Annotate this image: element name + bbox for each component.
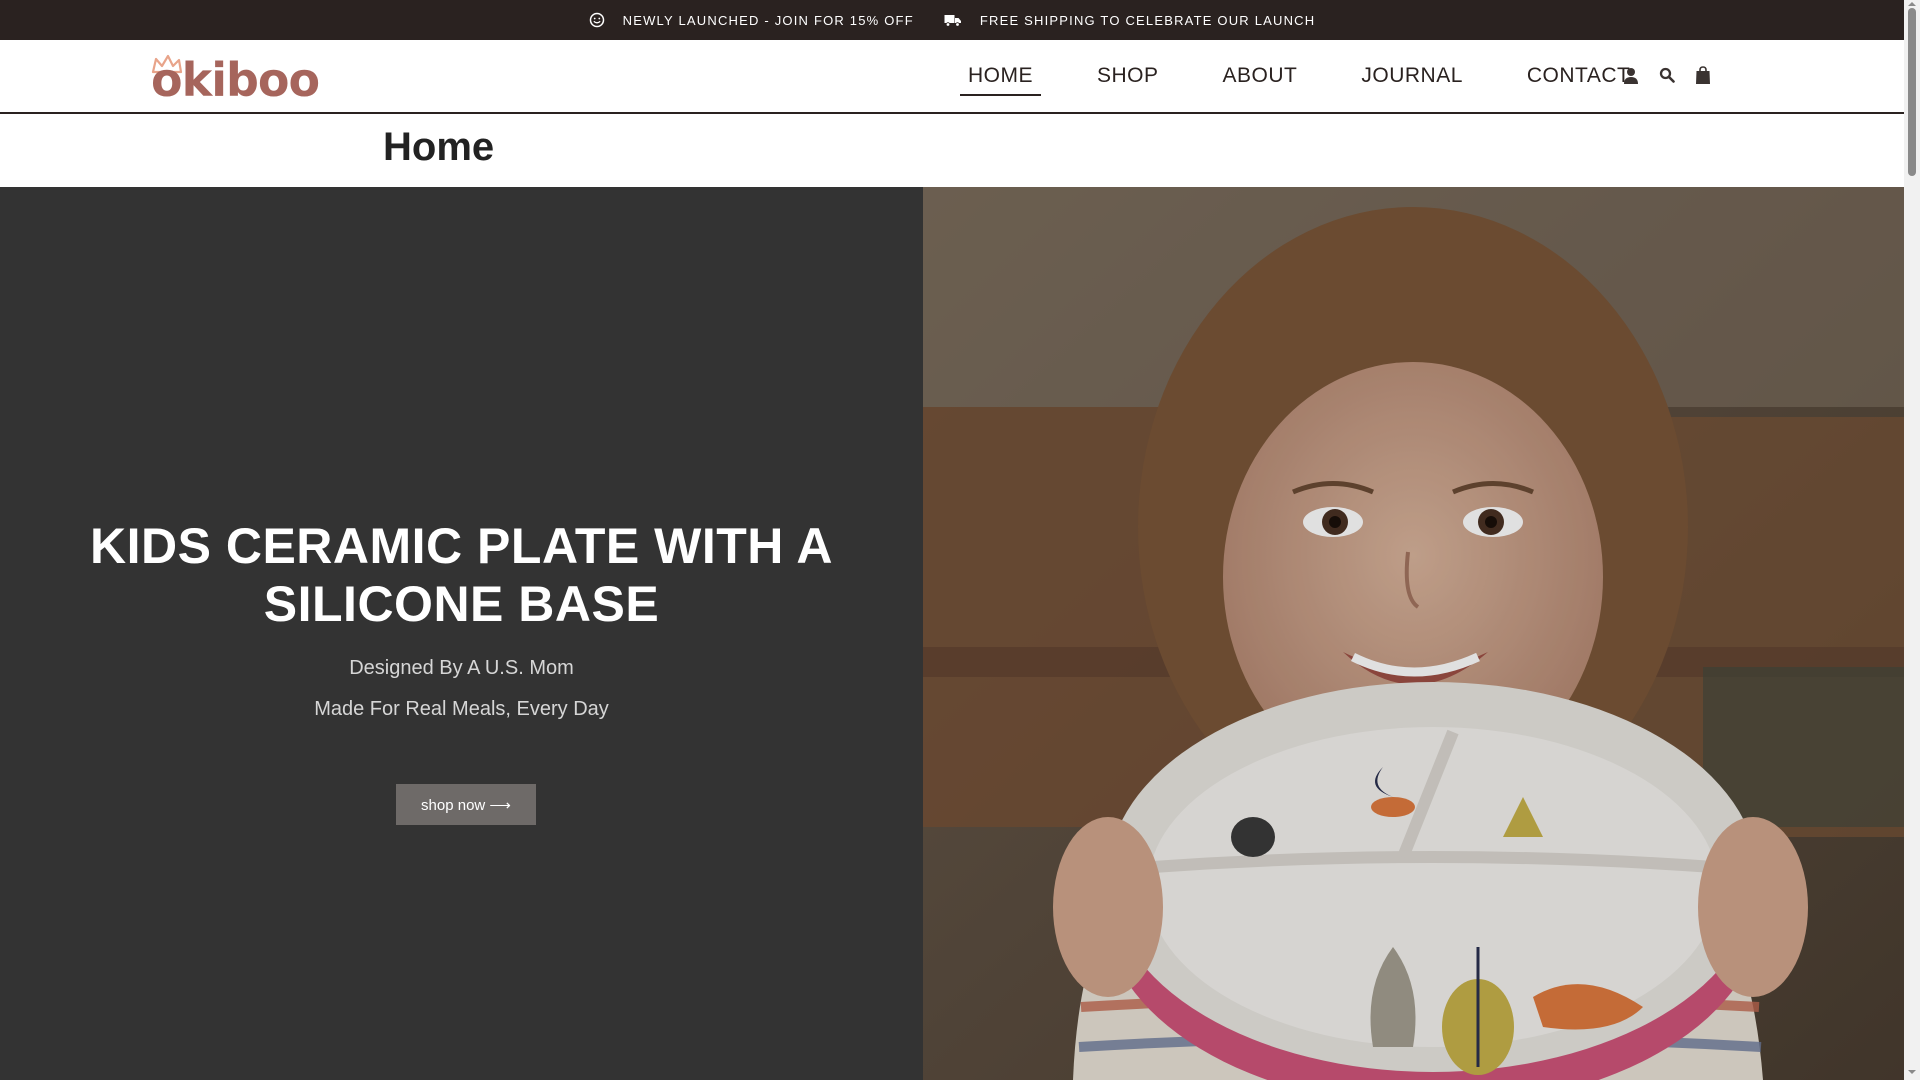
scroll-up-arrow-icon[interactable] xyxy=(1907,0,1917,8)
hero-subtitle-2: Made For Real Meals, Every Day xyxy=(314,698,609,720)
hero-text-panel: KIDS CERAMIC PLATE WITH A SILICONE BASE … xyxy=(0,187,923,1080)
scrollbar-thumb[interactable] xyxy=(1908,8,1916,176)
announcement-join-offer[interactable]: NEWLY LAUNCHED - JOIN FOR 15% OFF xyxy=(589,12,914,28)
header-icons xyxy=(1620,64,1728,86)
user-icon[interactable] xyxy=(1620,64,1642,86)
nav-journal[interactable]: JOURNAL xyxy=(1353,58,1471,96)
site-header: okiboo HOME SHOP ABOUT JOURNAL CONTACT xyxy=(0,40,1904,114)
smile-icon xyxy=(589,12,604,28)
hero-heading-line2: SILICONE BASE xyxy=(263,576,660,632)
hero-photo-illustration xyxy=(923,187,1904,1080)
main-nav: HOME SHOP ABOUT JOURNAL CONTACT xyxy=(960,40,1638,114)
okiboo-logo[interactable]: okiboo xyxy=(151,52,341,107)
hero-heading: KIDS CERAMIC PLATE WITH A SILICONE BASE xyxy=(0,517,923,633)
hero-photo-girl-holding-plate xyxy=(923,187,1904,1080)
logo-wordmark: okiboo xyxy=(151,53,320,107)
search-icon[interactable] xyxy=(1656,64,1678,86)
nav-shop[interactable]: SHOP xyxy=(1089,58,1167,96)
nav-about[interactable]: ABOUT xyxy=(1215,58,1306,96)
announcement-right-text: FREE SHIPPING TO CELEBRATE OUR LAUNCH xyxy=(979,12,1316,28)
announcement-free-shipping[interactable]: FREE SHIPPING TO CELEBRATE OUR LAUNCH xyxy=(944,13,1316,28)
announcement-left-text: NEWLY LAUNCHED - JOIN FOR 15% OFF xyxy=(622,12,914,28)
hero-subtitle-1: Designed By A U.S. Mom xyxy=(349,657,574,679)
page-title: Home xyxy=(383,125,495,169)
shop-now-button[interactable]: shop now ⟶ xyxy=(396,784,536,825)
page-title-band: Home xyxy=(0,114,1904,187)
page-scrollbar[interactable] xyxy=(1904,0,1920,1080)
scroll-down-arrow-icon[interactable] xyxy=(1907,1068,1917,1076)
announcement-bar: NEWLY LAUNCHED - JOIN FOR 15% OFF FREE S… xyxy=(0,0,1904,40)
truck-icon xyxy=(944,15,961,27)
nav-home[interactable]: HOME xyxy=(960,58,1041,96)
hero-heading-line1: KIDS CERAMIC PLATE WITH A xyxy=(89,518,834,574)
shopping-bag-icon[interactable] xyxy=(1692,64,1714,86)
